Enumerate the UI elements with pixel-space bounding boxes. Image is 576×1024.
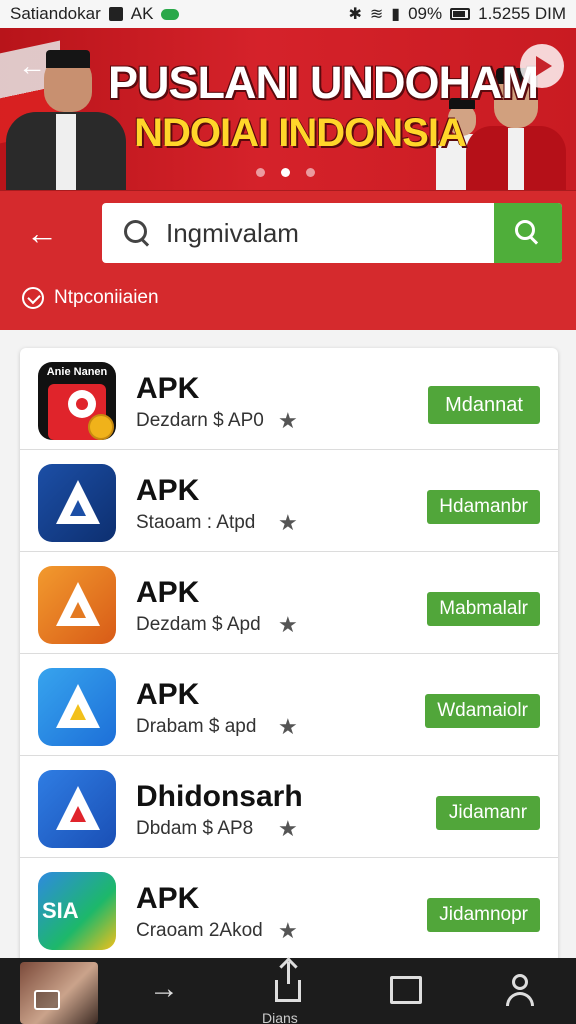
battery-percent: 09% [408, 4, 443, 23]
status-ak-text: AK [130, 4, 154, 23]
status-bar: Satiandokar AK ✱ ≋ ▮ 09% 1.5255 DIM [0, 0, 576, 28]
app-icon: Anie Nanen [38, 362, 116, 440]
app-subtitle: Dezdam $ Apd [136, 614, 261, 635]
app-name: APK [136, 474, 200, 507]
back-arrow-icon[interactable]: ← [22, 213, 62, 253]
search-button[interactable] [494, 203, 562, 263]
banner-title: PUSLANI UNDOHAM [108, 57, 539, 108]
star-icon[interactable]: ★ [278, 612, 298, 638]
download-button[interactable]: Mdannat [428, 386, 540, 424]
app-subtitle: Dezdarn $ AP0 [136, 410, 264, 431]
forward-arrow-icon[interactable]: → [144, 972, 184, 1006]
app-icon-text: Anie Nanen [46, 366, 108, 378]
download-button[interactable]: Jidamnopr [427, 898, 540, 932]
carousel-dot[interactable] [256, 168, 265, 177]
app-icon [38, 566, 116, 644]
bluetooth-icon: ✱ [348, 6, 362, 23]
app-subtitle: Staoam : Atpd [136, 512, 256, 533]
carrier-text: Satiandokar [10, 4, 101, 23]
list-item[interactable]: Dhidonsarh Dbdam $ AP8 ★ Jidamanr [20, 756, 558, 858]
banner-subtitle: NDOIAI INDONSIA [134, 111, 467, 155]
app-icon [38, 770, 116, 848]
star-icon[interactable]: ★ [278, 510, 298, 536]
search-input[interactable] [166, 217, 486, 249]
app-name: APK [136, 372, 200, 405]
carousel-dot[interactable] [306, 168, 315, 177]
app-icon [38, 668, 116, 746]
app-icon [38, 464, 116, 542]
notification-icon [108, 7, 123, 21]
app-name: APK [136, 882, 200, 915]
search-icon [515, 220, 541, 246]
toggle-indicator-icon [161, 8, 180, 20]
app-subtitle: Craoam 2Akod [136, 920, 263, 941]
banner-back-icon[interactable]: ← [18, 50, 46, 82]
list-item[interactable]: SIA APK Craoam 2Akod ★ Jidamnopr [20, 858, 558, 960]
app-icon: SIA [38, 872, 116, 950]
list-item[interactable]: APK Staoam : Atpd ★ Hdamanbr [20, 450, 558, 552]
recommendation-label: Ntpconiiaien [54, 287, 159, 308]
download-button[interactable]: Hdamanbr [427, 490, 540, 524]
battery-icon [450, 8, 471, 20]
download-button[interactable]: Wdamaiolr [425, 694, 540, 728]
wifi-icon: ≋ [369, 6, 384, 23]
download-button[interactable]: Mabmalalr [427, 592, 540, 626]
list-item[interactable]: Anie Nanen APK Dezdarn $ AP0 ★ Mdannat [20, 348, 558, 450]
list-item[interactable]: APK Drabam $ apd ★ Wdamaiolr [20, 654, 558, 756]
bottom-navigation: → Dians [0, 958, 576, 1024]
recommendation-link[interactable]: Ntpconiiaien [22, 287, 159, 309]
recommend-icon [22, 287, 44, 309]
tabs-square-icon[interactable] [390, 976, 422, 1004]
star-icon[interactable]: ★ [278, 714, 298, 740]
search-header: ← Ntpconiiaien [0, 190, 576, 330]
promo-banner[interactable]: ← PUSLANI UNDOHAM NDOIAI INDONSIA [0, 28, 576, 190]
play-icon[interactable] [520, 44, 564, 88]
app-subtitle: Dbdam $ AP8 [136, 818, 254, 839]
app-subtitle: Drabam $ apd [136, 716, 257, 737]
app-name: Dhidonsarh [136, 780, 303, 813]
tab-thumbnail[interactable] [20, 962, 98, 1024]
star-icon[interactable]: ★ [278, 408, 298, 434]
share-icon[interactable] [268, 962, 308, 1002]
clock: 1.5255 DIM [478, 4, 566, 23]
app-name: APK [136, 576, 200, 609]
carousel-dots [256, 168, 315, 177]
star-icon[interactable]: ★ [278, 918, 298, 944]
list-item[interactable]: APK Dezdam $ Apd ★ Mabmalalr [20, 552, 558, 654]
search-icon [122, 218, 152, 248]
app-list: Anie Nanen APK Dezdarn $ AP0 ★ Mdannat A… [20, 348, 558, 968]
user-profile-icon[interactable] [500, 972, 540, 1012]
download-button[interactable]: Jidamanr [436, 796, 540, 830]
star-icon[interactable]: ★ [278, 816, 298, 842]
search-box[interactable] [102, 203, 562, 263]
share-label: Dians [262, 1010, 298, 1024]
app-icon-text: SIA [42, 898, 79, 923]
signal-icon: ▮ [391, 6, 401, 23]
carousel-dot-active[interactable] [281, 168, 290, 177]
app-name: APK [136, 678, 200, 711]
